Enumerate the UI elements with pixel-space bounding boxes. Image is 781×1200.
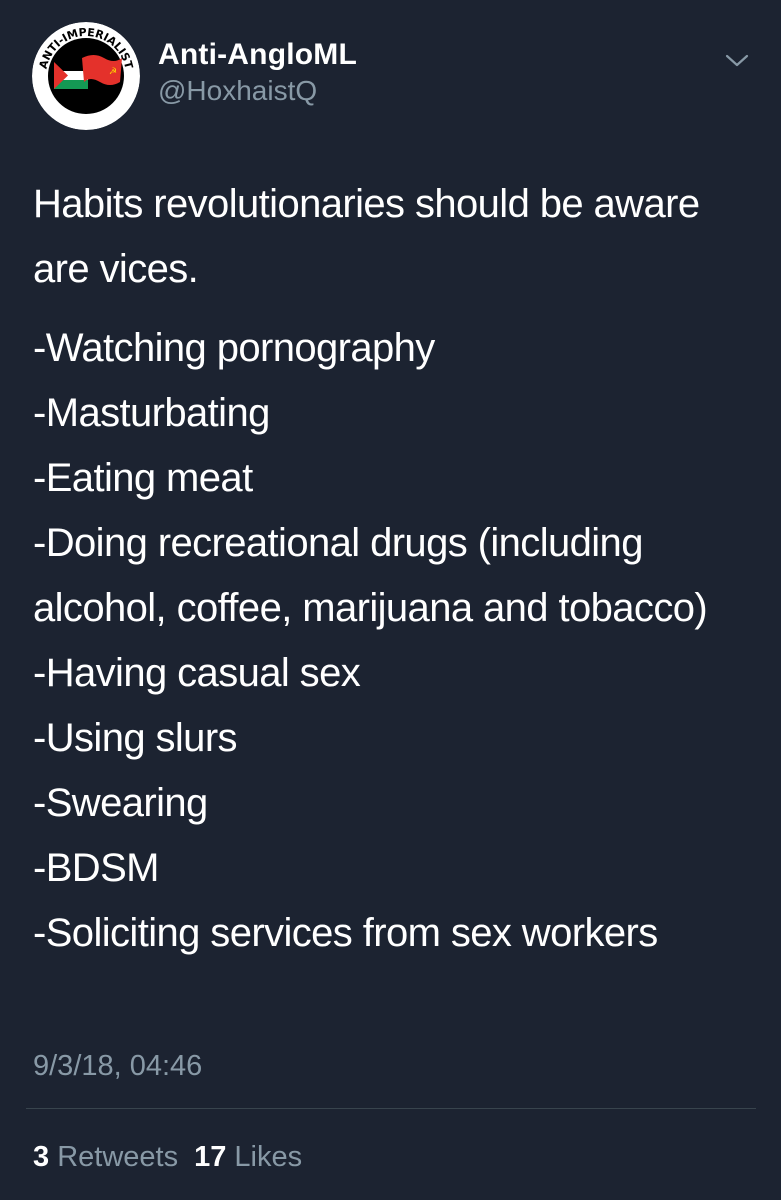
list-item: -Swearing	[33, 781, 208, 825]
tweet-text: Habits revolutionaries should be aware a…	[33, 172, 753, 966]
list-item: -Eating meat	[33, 456, 253, 500]
more-options-button[interactable]	[722, 48, 752, 72]
chevron-down-icon	[725, 54, 749, 67]
retweets-label: Retweets	[57, 1141, 179, 1173]
list-item: -Doing recreational drugs (including alc…	[33, 521, 708, 630]
tweet-card: ☭ ANTI-IMPERIALIST ACTION Anti-AngloML @…	[0, 0, 781, 1200]
list-item: -Using slurs	[33, 716, 238, 760]
svg-text:☭: ☭	[109, 67, 117, 77]
tweet-intro: Habits revolutionaries should be aware a…	[33, 182, 700, 291]
retweets-stat[interactable]: 3 Retweets	[33, 1141, 178, 1173]
engagement-stats: 3 Retweets 17 Likes	[33, 1137, 302, 1177]
divider	[26, 1108, 756, 1109]
avatar-logo: ☭ ANTI-IMPERIALIST ACTION	[32, 22, 140, 130]
tweet-header: ☭ ANTI-IMPERIALIST ACTION Anti-AngloML @…	[32, 22, 752, 132]
retweets-count: 3	[33, 1141, 50, 1173]
list-item: -Having casual sex	[33, 651, 361, 695]
list-item: -Soliciting services from sex workers	[33, 911, 658, 955]
avatar[interactable]: ☭ ANTI-IMPERIALIST ACTION	[32, 22, 140, 130]
likes-stat[interactable]: 17 Likes	[194, 1141, 302, 1173]
list-item: -Watching pornography	[33, 326, 435, 370]
user-handle[interactable]: @HoxhaistQ	[158, 74, 357, 108]
likes-label: Likes	[234, 1141, 303, 1173]
list-item: -Masturbating	[33, 391, 270, 435]
list-item: -BDSM	[33, 846, 159, 890]
author-info: Anti-AngloML @HoxhaistQ	[158, 38, 357, 108]
vice-list: -Watching pornography -Masturbating -Eat…	[33, 316, 753, 966]
display-name[interactable]: Anti-AngloML	[158, 38, 357, 72]
likes-count: 17	[194, 1141, 227, 1173]
tweet-timestamp[interactable]: 9/3/18, 04:46	[33, 1046, 202, 1086]
